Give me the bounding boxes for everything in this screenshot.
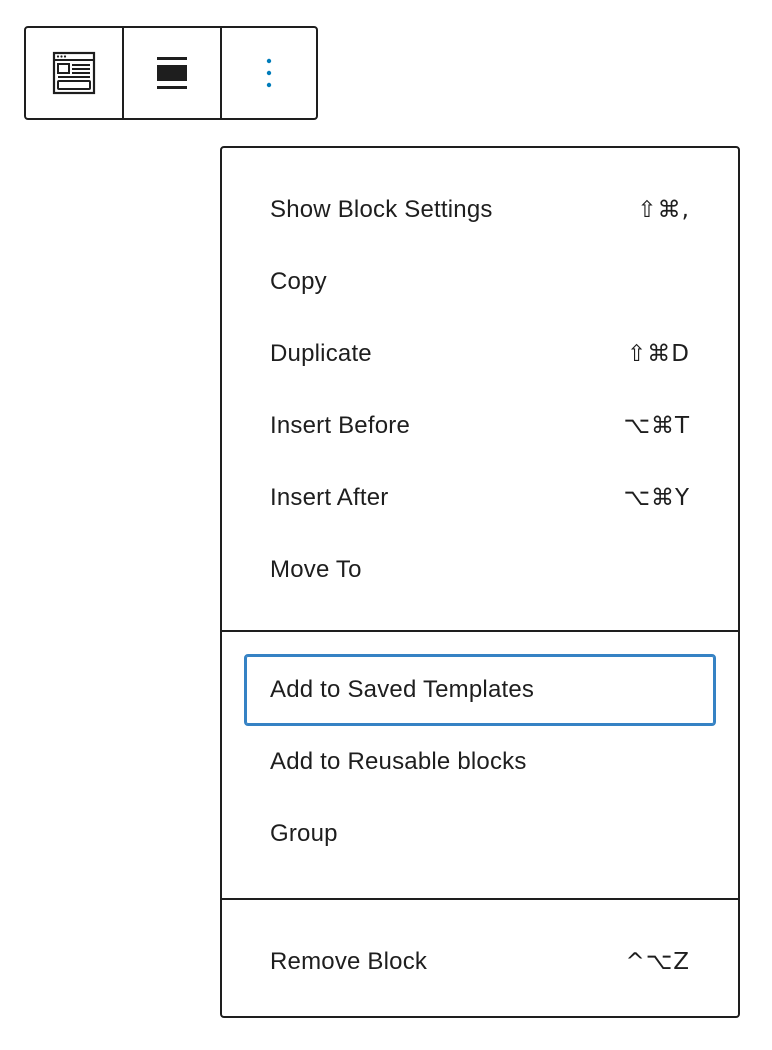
menu-item-add-to-saved-templates[interactable]: Add to Saved Templates: [244, 654, 716, 726]
menu-item-insert-before[interactable]: Insert Before ⌥⌘T: [244, 390, 716, 462]
block-options-menu: Show Block Settings ⇧⌘, Copy Duplicate ⇧…: [220, 146, 740, 1018]
menu-item-shortcut: ⇧⌘D: [627, 341, 690, 367]
align-wide-icon: [156, 55, 188, 91]
menu-item-add-to-reusable-blocks[interactable]: Add to Reusable blocks: [244, 726, 716, 798]
menu-item-shortcut: ⌥⌘T: [623, 413, 690, 439]
block-type-layout-icon: [52, 51, 96, 95]
menu-item-label: Duplicate: [270, 340, 372, 367]
menu-item-label: Insert After: [270, 484, 389, 511]
menu-item-shortcut: ⇧⌘,: [637, 197, 690, 223]
menu-item-remove-block[interactable]: Remove Block ^⌥Z: [244, 926, 716, 998]
menu-item-shortcut: ⌥⌘Y: [623, 485, 690, 511]
menu-item-label: Remove Block: [270, 948, 428, 975]
more-options-button[interactable]: [222, 28, 316, 118]
menu-item-label: Insert Before: [270, 412, 411, 439]
block-type-button[interactable]: [26, 28, 124, 118]
menu-item-label: Add to Reusable blocks: [270, 748, 527, 775]
menu-group-save: Add to Saved Templates Add to Reusable b…: [222, 632, 738, 898]
menu-item-group[interactable]: Group: [244, 798, 716, 870]
menu-item-insert-after[interactable]: Insert After ⌥⌘Y: [244, 462, 716, 534]
block-toolbar: [24, 26, 318, 120]
menu-group-block-actions: Show Block Settings ⇧⌘, Copy Duplicate ⇧…: [222, 148, 738, 630]
menu-item-show-block-settings[interactable]: Show Block Settings ⇧⌘,: [244, 174, 716, 246]
menu-item-label: Group: [270, 820, 338, 847]
align-button[interactable]: [124, 28, 222, 118]
block-editor-stage: Show Block Settings ⇧⌘, Copy Duplicate ⇧…: [0, 0, 772, 1050]
menu-item-label: Copy: [270, 268, 327, 295]
menu-item-duplicate[interactable]: Duplicate ⇧⌘D: [244, 318, 716, 390]
menu-group-remove: Remove Block ^⌥Z: [222, 900, 738, 998]
menu-item-label: Move To: [270, 556, 362, 583]
menu-item-label: Show Block Settings: [270, 196, 493, 223]
menu-item-label: Add to Saved Templates: [270, 676, 535, 703]
menu-item-shortcut: ^⌥Z: [625, 949, 690, 975]
menu-item-move-to[interactable]: Move To: [244, 534, 716, 606]
more-vertical-icon: [265, 57, 273, 89]
menu-item-copy[interactable]: Copy: [244, 246, 716, 318]
